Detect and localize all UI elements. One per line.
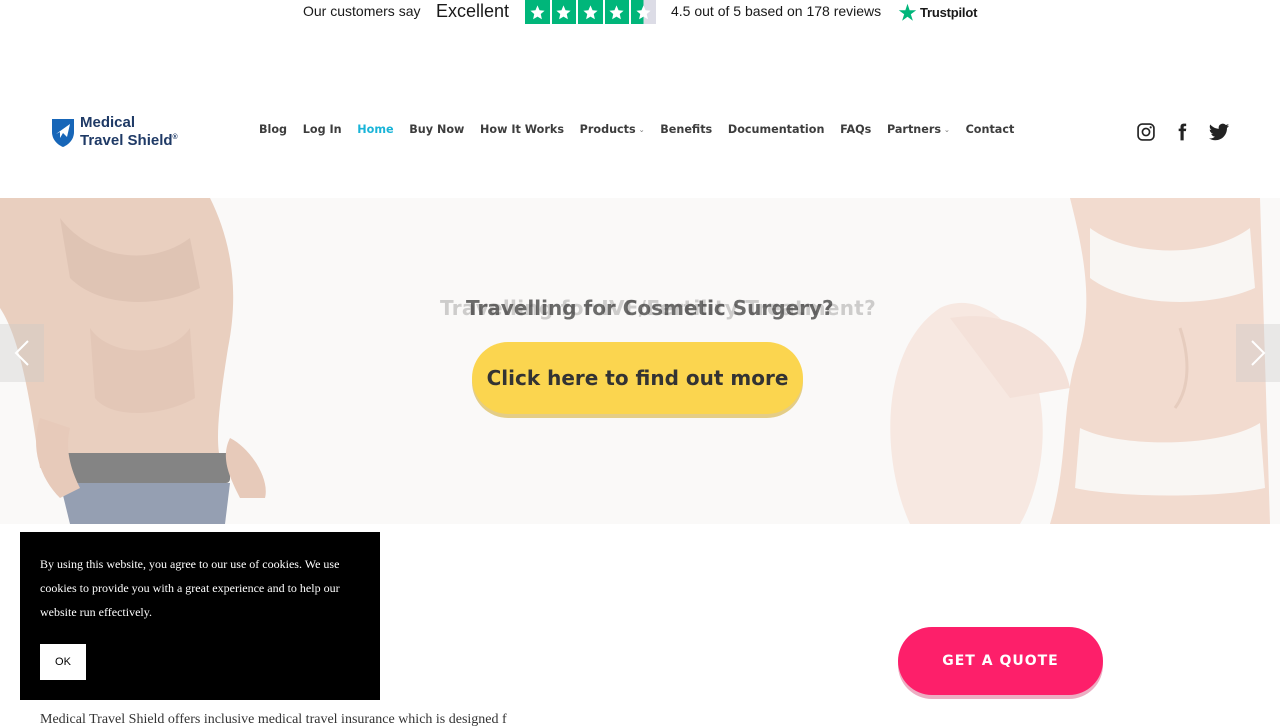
logo-wordmark: Medical Travel Shield® <box>80 114 178 149</box>
trustpilot-score: 4.5 out of 5 based on 178 reviews <box>671 3 882 19</box>
trustpilot-logo[interactable]: Trustpilot <box>898 3 977 22</box>
site-logo[interactable]: Medical Travel Shield® <box>50 115 178 148</box>
cookie-ok-button[interactable]: OK <box>40 644 86 680</box>
cookie-banner: By using this website, you agree to our … <box>20 532 380 700</box>
nav-item-products[interactable]: Products ⌄ <box>580 123 645 136</box>
nav-item-blog[interactable]: Blog <box>259 123 287 136</box>
hero-title: Travelling for Cosmetic Surgery? <box>466 296 834 320</box>
facebook-icon[interactable] <box>1172 122 1192 147</box>
find-out-more-button[interactable]: Click here to find out more <box>472 342 803 414</box>
cookie-message: By using this website, you agree to our … <box>40 557 340 619</box>
intro-paragraph: Medical Travel Shield offers inclusive m… <box>40 712 507 727</box>
star-icon <box>551 0 576 24</box>
chevron-down-icon: ⌄ <box>638 125 645 134</box>
slider-prev-button[interactable] <box>0 324 44 382</box>
nav-item-documentation[interactable]: Documentation <box>728 123 825 136</box>
get-a-quote-button[interactable]: GET A QUOTE <box>898 627 1103 695</box>
chevron-left-icon <box>14 340 29 366</box>
trustpilot-rating-word: Excellent <box>436 1 510 21</box>
shield-plane-icon <box>52 118 74 147</box>
nav-item-buy-now[interactable]: Buy Now <box>409 123 464 136</box>
logo-line-2: Travel Shield <box>80 132 173 149</box>
slider-next-button[interactable] <box>1236 324 1280 382</box>
star-icon <box>525 0 550 24</box>
instagram-icon[interactable] <box>1136 122 1156 147</box>
trustpilot-widget[interactable]: Our customers say Excellent 4.5 out of 5… <box>0 0 1280 26</box>
star-icon <box>604 0 629 24</box>
nav-item-faqs[interactable]: FAQs <box>840 123 871 136</box>
nav-item-home[interactable]: Home <box>357 123 393 136</box>
chevron-down-icon: ⌄ <box>944 125 950 134</box>
trustpilot-star-icon <box>898 3 917 21</box>
chevron-right-icon <box>1251 340 1266 366</box>
logo-line-1: Medical <box>80 114 136 131</box>
nav-item-benefits[interactable]: Benefits <box>660 123 712 136</box>
nav-item-how-it-works[interactable]: How It Works <box>480 123 564 136</box>
trustpilot-stars <box>525 0 656 24</box>
nav-item-log-in[interactable]: Log In <box>303 123 342 136</box>
nav-item-partners[interactable]: Partners ⌄ <box>887 123 950 136</box>
trustpilot-say-label: Our customers say <box>303 3 421 19</box>
star-icon <box>578 0 603 24</box>
main-nav: Blog Log In Home Buy Now How It Works Pr… <box>259 123 1030 136</box>
trustpilot-brand-label: Trustpilot <box>920 5 978 20</box>
nav-item-contact[interactable]: Contact <box>966 123 1015 136</box>
twitter-icon[interactable] <box>1208 121 1230 148</box>
half-star-icon <box>631 0 656 24</box>
hero-slider: Travelling for IVF/Fertility Treatment? … <box>0 198 1280 524</box>
site-header: Medical Travel Shield® Blog Log In Home … <box>0 96 1280 166</box>
social-links <box>1136 121 1230 148</box>
